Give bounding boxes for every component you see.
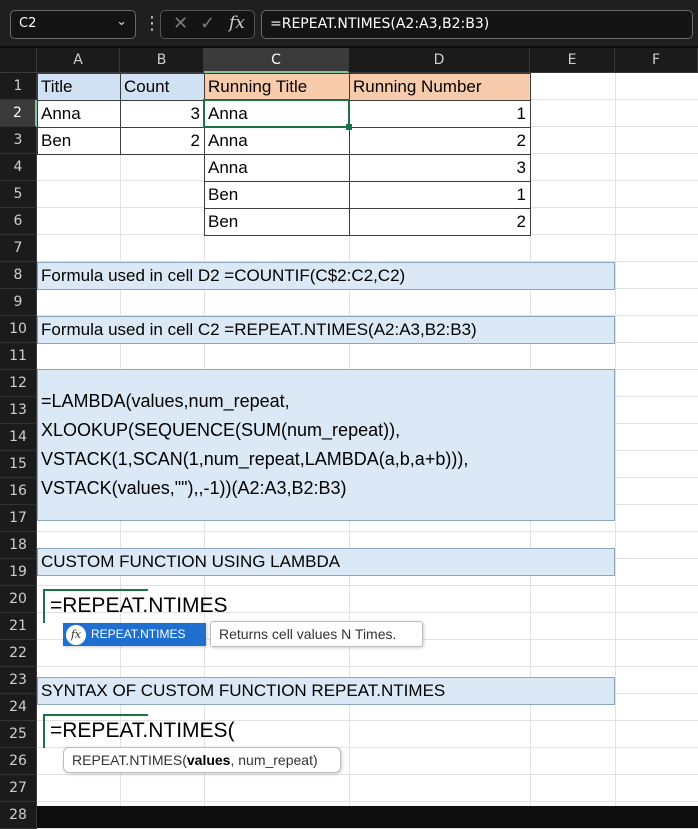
autocomplete-item-label: REPEAT.NTIMES <box>91 627 186 641</box>
header-running-title[interactable]: Running Title <box>204 73 350 101</box>
more-options-icon[interactable]: ⋮ <box>143 11 161 37</box>
row-header-28[interactable]: 28 <box>0 802 37 829</box>
fx-icon[interactable]: fx <box>229 13 245 33</box>
gridline-row <box>37 666 698 667</box>
row-header-10[interactable]: 10 <box>0 316 37 343</box>
row-header-18[interactable]: 18 <box>0 532 37 559</box>
chevron-down-icon[interactable]: ⌄ <box>116 14 127 29</box>
gridline-row <box>37 585 698 586</box>
check-icon[interactable]: ✓ <box>200 13 215 34</box>
syntax-function-name: REPEAT.NTIMES( <box>72 752 187 768</box>
row-header-9[interactable]: 9 <box>0 289 37 316</box>
table-cell-a3[interactable]: Ben <box>37 127 121 155</box>
column-header-d[interactable]: D <box>349 48 530 73</box>
column-header-a[interactable]: A <box>37 48 120 73</box>
autocomplete-item[interactable]: fx REPEAT.NTIMES <box>63 623 206 646</box>
formula-actions: ✕ ✓ fx <box>160 10 255 39</box>
row-header-4[interactable]: 4 <box>0 154 37 181</box>
table-cell-b2[interactable]: 3 <box>120 100 205 128</box>
row-header-12[interactable]: 12 <box>0 370 37 397</box>
syntax-arg-rest: , num_repeat) <box>230 752 318 768</box>
syntax-arg-current: values <box>186 752 231 768</box>
worksheet-grid[interactable]: Title Count Running Title Running Number… <box>37 73 698 829</box>
heading-syntax[interactable]: SYNTAX OF CUSTOM FUNCTION REPEAT.NTIMES <box>37 677 615 705</box>
table-cell-d3[interactable]: 2 <box>349 127 531 155</box>
row-header-14[interactable]: 14 <box>0 424 37 451</box>
lambda-line-1: =LAMBDA(values,num_repeat, <box>41 391 290 411</box>
lambda-line-2: XLOOKUP(SEQUENCE(SUM(num_repeat)), <box>41 420 401 440</box>
function-icon: fx <box>66 625 86 645</box>
formula-bar-area: C2 ⌄ ⋮ ✕ ✓ fx =REPEAT.NTIMES(A2:A3,B2:B3… <box>0 0 698 46</box>
table-cell-c5[interactable]: Ben <box>204 181 350 209</box>
lambda-line-4: VSTACK(values,""),,-1))(A2:A3,B2:B3) <box>41 478 347 498</box>
table-cell-c4[interactable]: Anna <box>204 154 350 182</box>
row-header-21[interactable]: 21 <box>0 613 37 640</box>
header-running-number[interactable]: Running Number <box>349 73 531 101</box>
table-cell-d4[interactable]: 3 <box>349 154 531 182</box>
row-header-19[interactable]: 19 <box>0 559 37 586</box>
row-header-17[interactable]: 17 <box>0 505 37 532</box>
row-header-26[interactable]: 26 <box>0 748 37 775</box>
table-cell-d5[interactable]: 1 <box>349 181 531 209</box>
header-title[interactable]: Title <box>37 73 121 101</box>
select-all-corner[interactable] <box>0 48 37 73</box>
gridline-row <box>37 774 698 775</box>
row-header-23[interactable]: 23 <box>0 667 37 694</box>
typed-formula[interactable]: =REPEAT.NTIMES <box>43 589 228 623</box>
table-cell-c6[interactable]: Ben <box>204 208 350 236</box>
table-cell-a2[interactable]: Anna <box>37 100 121 128</box>
gridline-row <box>37 801 698 802</box>
close-icon[interactable]: ✕ <box>173 13 188 34</box>
row-header-13[interactable]: 13 <box>0 397 37 424</box>
row-header-27[interactable]: 27 <box>0 775 37 802</box>
column-header-e[interactable]: E <box>530 48 615 73</box>
row-header-3[interactable]: 3 <box>0 127 37 154</box>
gridline-col <box>615 73 616 806</box>
row-header-2[interactable]: 2 <box>0 100 37 127</box>
autocomplete-description-tooltip: Returns cell values N Times. <box>210 621 423 647</box>
row-header-24[interactable]: 24 <box>0 694 37 721</box>
row-header-1[interactable]: 1 <box>0 73 37 100</box>
table-cell-c3[interactable]: Anna <box>204 127 350 155</box>
header-count[interactable]: Count <box>120 73 205 101</box>
column-header-b[interactable]: B <box>120 48 204 73</box>
name-box[interactable]: C2 ⌄ <box>10 10 136 39</box>
gridline-row <box>37 531 698 532</box>
table-cell-d2[interactable]: 1 <box>349 100 531 128</box>
row-header-20[interactable]: 20 <box>0 586 37 613</box>
lambda-line-3: VSTACK(1,SCAN(1,num_repeat,LAMBDA(a,b,a+… <box>41 449 469 469</box>
active-cell-outline <box>203 99 350 128</box>
heading-custom-function[interactable]: CUSTOM FUNCTION USING LAMBDA <box>37 548 615 576</box>
row-header-22[interactable]: 22 <box>0 640 37 667</box>
row-header-7[interactable]: 7 <box>0 235 37 262</box>
lambda-formula-block[interactable]: =LAMBDA(values,num_repeat, XLOOKUP(SEQUE… <box>37 369 615 521</box>
row-header-16[interactable]: 16 <box>0 478 37 505</box>
row-header-5[interactable]: 5 <box>0 181 37 208</box>
table-cell-b3[interactable]: 2 <box>120 127 205 155</box>
syntax-tooltip: REPEAT.NTIMES(values, num_repeat) <box>63 747 341 773</box>
row-header-6[interactable]: 6 <box>0 208 37 235</box>
typed-formula-syntax[interactable]: =REPEAT.NTIMES( <box>43 714 235 748</box>
row-header-15[interactable]: 15 <box>0 451 37 478</box>
row-header-8[interactable]: 8 <box>0 262 37 289</box>
name-box-value: C2 <box>19 16 37 31</box>
note-repeat-ntimes[interactable]: Formula used in cell C2 =REPEAT.NTIMES(A… <box>37 316 615 344</box>
fill-handle[interactable] <box>346 124 352 130</box>
row-header-11[interactable]: 11 <box>0 343 37 370</box>
column-header-c[interactable]: C <box>204 48 349 73</box>
column-header-f[interactable]: F <box>615 48 698 73</box>
row-header-25[interactable]: 25 <box>0 721 37 748</box>
formula-input[interactable]: =REPEAT.NTIMES(A2:A3,B2:B3) <box>261 10 693 39</box>
note-countif[interactable]: Formula used in cell D2 =COUNTIF(C$2:C2,… <box>37 262 615 290</box>
table-cell-d6[interactable]: 2 <box>349 208 531 236</box>
